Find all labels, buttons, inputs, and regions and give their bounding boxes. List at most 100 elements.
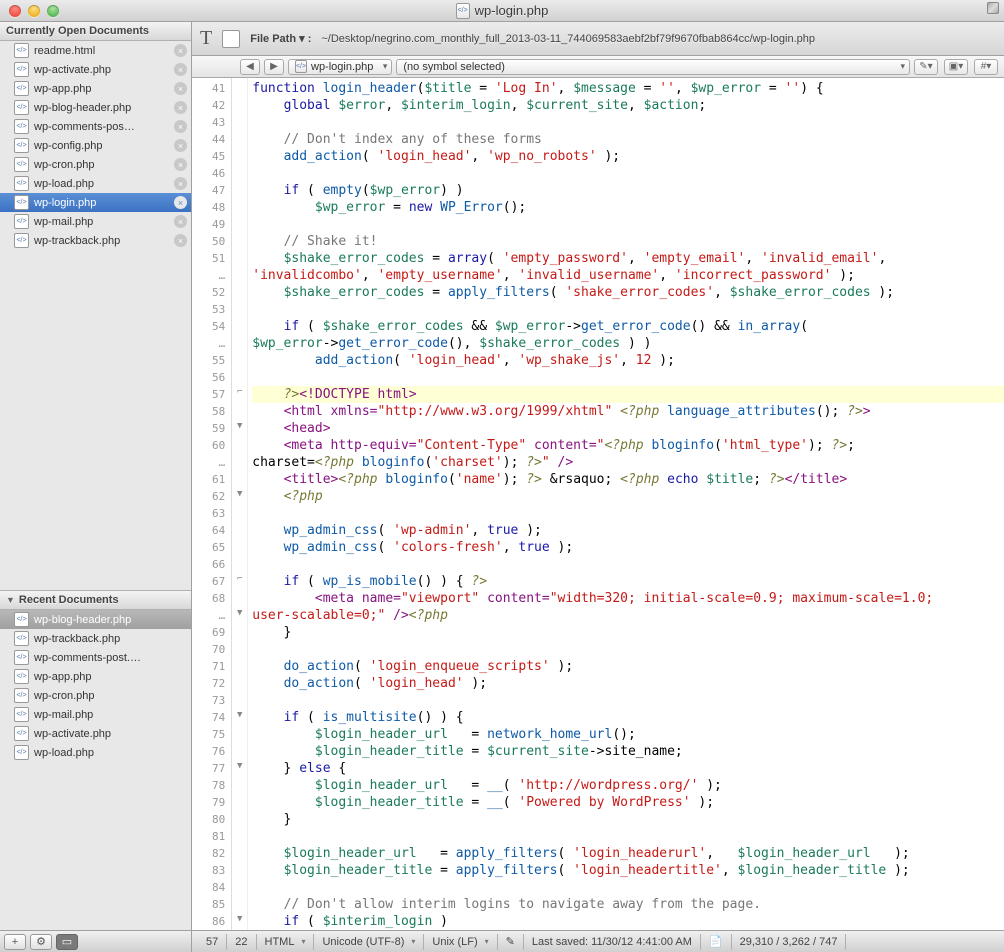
close-icon[interactable]: × xyxy=(174,63,187,76)
editor: T File Path ▾ : ~/Desktop/negrino.com_mo… xyxy=(192,22,1004,952)
open-docs-list: </>readme.html×</>wp-activate.php×</>wp-… xyxy=(0,41,191,250)
file-name: wp-comments-post.… xyxy=(34,652,187,664)
file-icon: </> xyxy=(14,100,29,115)
file-name: wp-app.php xyxy=(34,83,171,95)
sidebar-open-item[interactable]: </>wp-app.php× xyxy=(0,79,191,98)
file-name: wp-trackback.php xyxy=(34,633,187,645)
clipboard-icon[interactable]: ▣▾ xyxy=(944,59,968,75)
code-editor[interactable]: 4142434445464748495051…525354…5556575859… xyxy=(192,78,1004,930)
file-icon: </> xyxy=(14,612,29,627)
minimize-icon[interactable] xyxy=(28,5,40,17)
sidebar-open-item[interactable]: </>readme.html× xyxy=(0,41,191,60)
close-icon[interactable]: × xyxy=(174,82,187,95)
document-icon: 📄 xyxy=(701,934,732,950)
add-button[interactable]: + xyxy=(4,934,26,950)
file-icon: </> xyxy=(14,214,29,229)
sidebar-open-item[interactable]: </> wp-comments-pos…× xyxy=(0,117,191,136)
line-gutter: 4142434445464748495051…525354…5556575859… xyxy=(192,78,232,930)
traffic-lights xyxy=(9,5,59,17)
sidebar-recent-item[interactable]: </>wp-mail.php xyxy=(0,705,191,724)
sidebar-recent-item[interactable]: </> wp-blog-header.php xyxy=(0,610,191,629)
file-icon: </> xyxy=(14,176,29,191)
sidebar-recent-item[interactable]: </> wp-comments-post.… xyxy=(0,648,191,667)
file-name: wp-blog-header.php xyxy=(34,614,187,626)
file-name: wp-trackback.php xyxy=(34,235,171,247)
file-icon: </> xyxy=(14,726,29,741)
navigation-bar: ◀ ▶ </> wp-login.php (no symbol selected… xyxy=(192,56,1004,78)
view-toggle-button[interactable]: ▭ xyxy=(56,934,78,950)
cursor-line[interactable]: 57 xyxy=(198,934,227,950)
close-icon[interactable]: × xyxy=(174,215,187,228)
file-name: wp-cron.php xyxy=(34,159,171,171)
file-icon: </> xyxy=(14,745,29,760)
file-icon: </> xyxy=(14,157,29,172)
sidebar-open-item[interactable]: </> wp-blog-header.php× xyxy=(0,98,191,117)
file-icon: </> xyxy=(14,650,29,665)
file-icon: </> xyxy=(14,138,29,153)
file-name: wp-config.php xyxy=(34,140,171,152)
sidebar-open-item[interactable]: </> wp-load.php× xyxy=(0,174,191,193)
close-icon[interactable]: × xyxy=(174,101,187,114)
document-icon: </> xyxy=(456,3,470,19)
sidebar-open-item[interactable]: </>wp-mail.php× xyxy=(0,212,191,231)
file-name: wp-comments-pos… xyxy=(34,121,171,133)
file-icon: </> xyxy=(14,119,29,134)
close-icon[interactable]: × xyxy=(174,44,187,57)
fold-column[interactable]: ⌐▼▼⌐▼▼▼▼ xyxy=(232,78,248,930)
symbol-dropdown[interactable]: (no symbol selected) xyxy=(396,59,910,75)
text-tool-icon[interactable]: T xyxy=(200,27,212,50)
toolbar-toggle-icon[interactable] xyxy=(987,2,999,14)
file-icon: </> xyxy=(14,233,29,248)
sidebar-open-item[interactable]: </> wp-trackback.php× xyxy=(0,231,191,250)
recent-docs-list: </> wp-blog-header.php </> wp-trackback.php… xyxy=(0,610,191,762)
sidebar-open-item[interactable]: </>wp-activate.php× xyxy=(0,60,191,79)
document-stats: 29,310 / 3,262 / 747 xyxy=(732,934,847,950)
encoding-selector[interactable]: Unicode (UTF-8) xyxy=(314,934,424,950)
nav-back-button[interactable]: ◀ xyxy=(240,59,260,75)
sidebar-recent-item[interactable]: </>wp-cron.php xyxy=(0,686,191,705)
file-icon: </> xyxy=(14,631,29,646)
close-icon[interactable]: × xyxy=(174,158,187,171)
close-icon[interactable]: × xyxy=(174,120,187,133)
status-bar: 57 22 HTML Unicode (UTF-8) Unix (LF) ✎ L… xyxy=(192,930,1004,952)
file-name: wp-blog-header.php xyxy=(34,102,171,114)
file-icon: </> xyxy=(14,43,29,58)
language-selector[interactable]: HTML xyxy=(257,934,315,950)
document-icon[interactable] xyxy=(222,30,240,48)
file-name: wp-load.php xyxy=(34,747,187,759)
close-icon[interactable]: × xyxy=(174,177,187,190)
sidebar-recent-item[interactable]: </>wp-app.php xyxy=(0,667,191,686)
sidebar-open-item[interactable]: </>wp-login.php× xyxy=(0,193,191,212)
file-dropdown[interactable]: </> wp-login.php xyxy=(288,59,392,75)
close-icon[interactable]: × xyxy=(174,234,187,247)
sidebar-open-item[interactable]: </> wp-config.php× xyxy=(0,136,191,155)
pencil-icon[interactable]: ✎▾ xyxy=(914,59,938,75)
sidebar-recent-item[interactable]: </> wp-trackback.php xyxy=(0,629,191,648)
file-name: wp-activate.php xyxy=(34,64,171,76)
sidebar-recent-item[interactable]: </> wp-activate.php xyxy=(0,724,191,743)
counterpart-icon[interactable]: #▾ xyxy=(974,59,998,75)
sidebar-open-item[interactable]: </> wp-cron.php× xyxy=(0,155,191,174)
open-docs-header[interactable]: Currently Open Documents xyxy=(0,22,191,41)
nav-forward-button[interactable]: ▶ xyxy=(264,59,284,75)
file-path-label[interactable]: File Path ▾ : xyxy=(250,32,311,45)
file-name: wp-activate.php xyxy=(34,728,187,740)
file-icon: </> xyxy=(14,707,29,722)
close-icon[interactable] xyxy=(9,5,21,17)
sidebar: Currently Open Documents </>readme.html×… xyxy=(0,22,192,952)
sidebar-footer: + ⚙ ▭ xyxy=(0,930,191,952)
file-name: wp-login.php xyxy=(34,197,171,209)
file-name: wp-load.php xyxy=(34,178,171,190)
code-content[interactable]: function login_header($title = 'Log In',… xyxy=(248,78,1004,930)
file-icon: </> xyxy=(14,669,29,684)
line-ending-selector[interactable]: Unix (LF) xyxy=(424,934,497,950)
close-icon[interactable]: × xyxy=(174,139,187,152)
file-icon: </> xyxy=(14,688,29,703)
recent-docs-header[interactable]: ▼ Recent Documents xyxy=(0,590,191,610)
sidebar-recent-item[interactable]: </> wp-load.php xyxy=(0,743,191,762)
maximize-icon[interactable] xyxy=(47,5,59,17)
action-button[interactable]: ⚙ xyxy=(30,934,52,950)
last-saved: Last saved: 11/30/12 4:41:00 AM xyxy=(524,934,701,950)
close-icon[interactable]: × xyxy=(174,196,187,209)
cursor-col[interactable]: 22 xyxy=(227,934,256,950)
